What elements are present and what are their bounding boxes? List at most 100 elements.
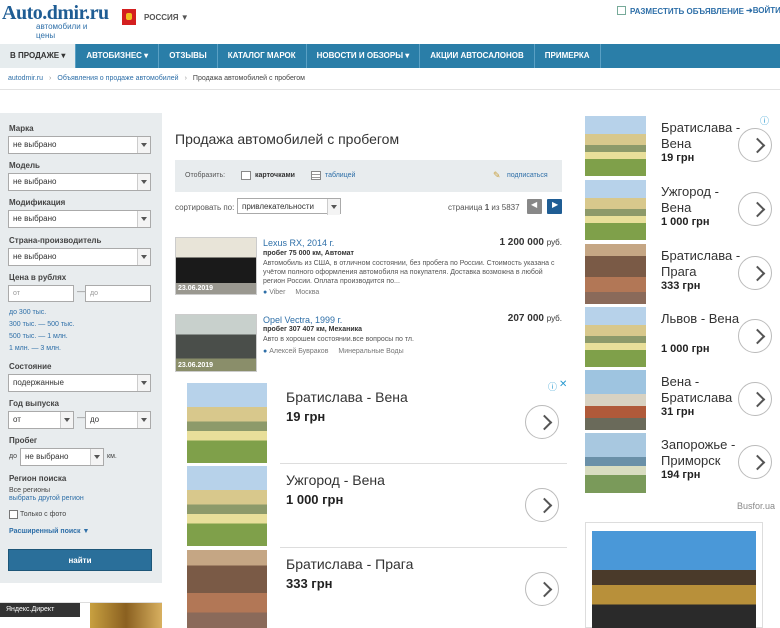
listing-footer: ● Viber Москва [263,289,320,296]
listing-title[interactable]: Opel Vectra, 1999 г. [263,315,342,325]
ad-image [585,244,646,304]
ad-image [585,307,646,367]
listing-photo[interactable]: 23.06.2019 [175,314,257,372]
ad-arrow-button[interactable] [738,256,772,290]
listing-price: 207 000 руб. [507,313,562,324]
chevron-down-icon [137,412,150,428]
ad-item[interactable]: Братислава - Прага 333 грн [187,550,567,628]
nav-autobusiness[interactable]: АВТОБИЗНЕС ▾ [76,44,160,68]
modification-select[interactable]: не выбрано [8,210,151,228]
main-nav: В ПРОДАЖЕ ▾ АВТОБИЗНЕС ▾ ОТЗЫВЫ КАТАЛОГ … [0,44,780,68]
country-select[interactable]: не выбрано [8,248,151,266]
prev-page-button[interactable]: ◀ [527,199,542,214]
nav-catalog[interactable]: КАТАЛОГ МАРОК [218,44,307,68]
ad-item[interactable]: Львов - Вена 1 000 грн [585,307,780,367]
ad-item[interactable]: Запорожье - Приморск 194 грн [585,433,780,493]
photo-only-checkbox[interactable] [9,510,18,519]
sort-select[interactable]: привлекательности [237,198,341,215]
mileage-prefix: до [9,453,17,460]
advanced-search-link[interactable]: Расширенный поиск ▼ [9,528,89,535]
breadcrumb-listings[interactable]: Объявления о продаже автомобилей [57,75,178,82]
pagination-info: страница 1 из 5837 [448,203,520,212]
price-from-input[interactable]: от [8,285,74,302]
find-button[interactable]: найти [8,549,152,571]
ad-route: Братислава - Прага [661,248,741,279]
photo-only-label: Только с фото [20,511,67,518]
nav-reviews[interactable]: ОТЗЫВЫ [159,44,218,68]
ad-item[interactable]: Братислава - Прага 333 грн [585,244,780,304]
listing-title[interactable]: Lexus RX, 2014 г. [263,238,334,248]
listing-description: Автомобиль из США, в отличном состоянии,… [263,260,555,285]
ad-price: 19 грн [661,152,695,164]
view-toolbar: Отобразить: карточками таблицей ✎ подпис… [175,160,562,192]
ad-arrow-button[interactable] [525,405,559,439]
cards-icon [241,171,251,180]
ad-price: 333 грн [661,280,701,292]
nav-fitting[interactable]: ПРИМЕРКА [535,44,601,68]
ad-route: Ужгород - Вена [286,472,385,488]
ad-arrow-button[interactable] [738,319,772,353]
brand-select[interactable]: не выбрано [8,136,151,154]
view-label: Отобразить: [185,172,226,179]
view-cards-option[interactable]: карточками [255,172,295,179]
year-to-select[interactable]: до [85,411,151,429]
ad-price: 1 000 грн [661,216,710,228]
year-from-select[interactable]: от [8,411,74,429]
ad-price: 1 000 грн [286,492,344,507]
ad-item[interactable]: Ужгород - Вена 1 000 грн [585,180,780,240]
mileage-unit: км. [107,453,117,460]
banner-ad[interactable] [585,522,763,628]
ad-item[interactable]: Братислава - Вена 19 грн [585,116,780,176]
ad-image[interactable] [90,603,162,628]
chevron-down-icon [90,449,103,465]
state-select[interactable]: подержанные [8,374,151,392]
chevron-down-icon [137,137,150,153]
nav-promotions[interactable]: АКЦИИ АВТОСАЛОНОВ [420,44,535,68]
ad-image [592,531,756,628]
view-table-option[interactable]: таблицей [325,172,355,179]
ad-arrow-button[interactable] [738,128,772,162]
country-selector[interactable]: РОССИЯ ▼ [144,13,189,22]
login-icon: ➜ [746,6,753,15]
chevron-down-icon [137,375,150,391]
price-range-link[interactable]: 500 тыс. — 1 млн. [9,333,68,340]
model-select[interactable]: не выбрано [8,173,151,191]
listing-photo[interactable]: 23.06.2019 [175,237,257,295]
ad-image [585,180,646,240]
subscribe-link[interactable]: подписаться [507,172,548,179]
nav-news[interactable]: НОВОСТИ И ОБЗОРЫ ▾ [307,44,421,68]
site-logo[interactable]: Auto.dmir.ru автомобили и цены [2,2,109,40]
chevron-down-icon [137,211,150,227]
ad-item[interactable]: Братислава - Вена 19 грн [187,383,567,463]
next-page-button[interactable]: ▶ [547,199,562,214]
ad-arrow-button[interactable] [525,488,559,522]
price-to-input[interactable]: до [85,285,151,302]
nav-in-sale[interactable]: В ПРОДАЖЕ ▾ [0,44,77,68]
listing-specs: пробег 75 000 км, Автомат [263,250,354,257]
ad-arrow-button[interactable] [738,192,772,226]
price-range-link[interactable]: 300 тыс. — 500 тыс. [9,321,75,328]
price-range-link[interactable]: до 300 тыс. [9,309,46,316]
chevron-right-icon: ▶ [552,200,559,209]
user-icon: ● [263,289,268,296]
ad-price: 194 грн [661,469,701,481]
ad-image [585,370,646,430]
ad-item[interactable]: Ужгород - Вена 1 000 грн [187,466,567,546]
ad-item[interactable]: Вена - Братислава 31 грн [585,370,780,430]
login-link[interactable]: ➜ВОЙТИ [746,6,780,15]
price-range-link[interactable]: 1 млн. — 3 млн. [9,345,61,352]
ad-arrow-button[interactable] [738,445,772,479]
breadcrumb-home[interactable]: autodmir.ru [8,75,43,82]
ad-arrow-button[interactable] [738,382,772,416]
post-ad-link[interactable]: РАЗМЕСТИТЬ ОБЪЯВЛЕНИЕ [617,6,744,16]
ad-arrow-button[interactable] [525,572,559,606]
mileage-select[interactable]: не выбрано [20,448,104,466]
ad-image [187,383,267,463]
mileage-label: Пробег [9,436,38,445]
ad-price: 333 грн [286,576,333,591]
region-change-link[interactable]: выбрать другой регион [9,495,84,502]
russia-flag-icon [122,9,136,25]
ad-price: 19 грн [286,409,326,424]
ad-price: 31 грн [661,406,695,418]
breadcrumb: autodmir.ru › Объявления о продаже автомоб… [0,70,780,90]
